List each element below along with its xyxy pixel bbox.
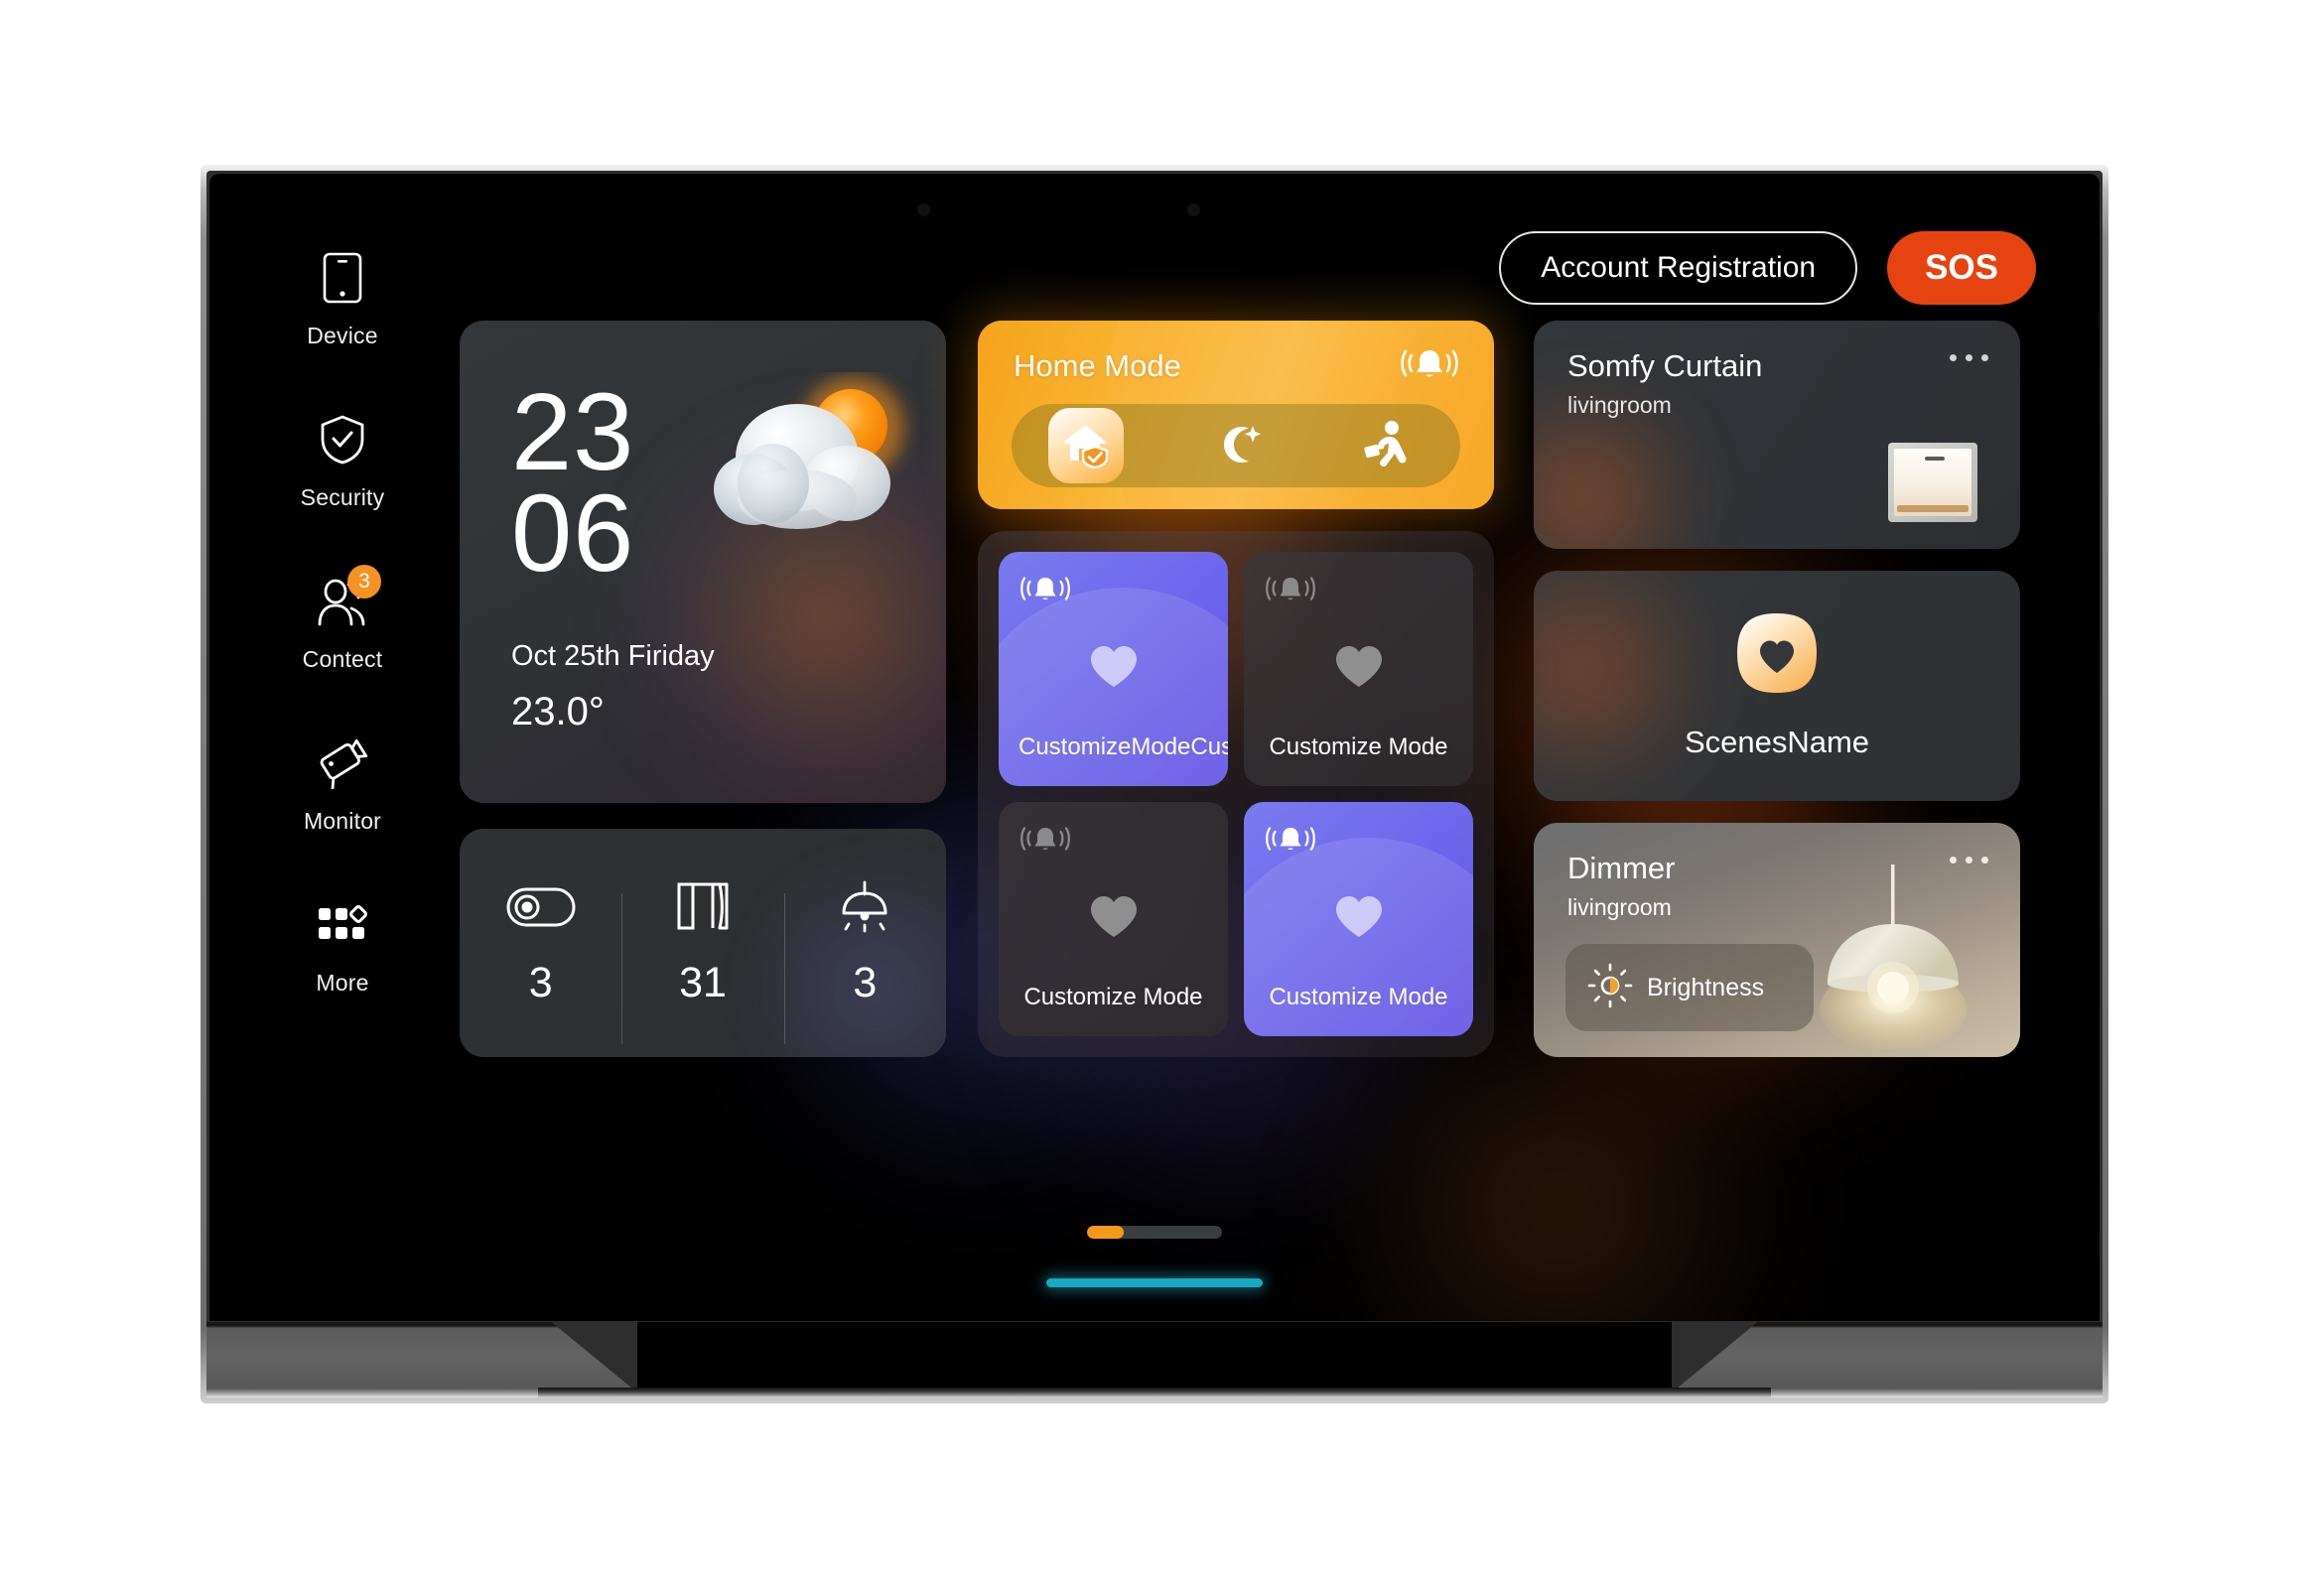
mode-button-home[interactable]: [1012, 404, 1161, 487]
shield-check-icon: [316, 413, 369, 466]
device-card-title: Somfy Curtain: [1567, 348, 1763, 383]
stat-value: 31: [679, 958, 727, 1006]
sidebar-item-more[interactable]: More: [253, 898, 432, 997]
sidebar-item-label: Monitor: [303, 808, 382, 834]
heart-icon: [1264, 852, 1453, 983]
mode-switcher: [1012, 404, 1460, 487]
clock-hours: 23: [511, 371, 635, 493]
heart-icon: [1264, 601, 1453, 732]
sidebar-item-label: Device: [307, 323, 378, 348]
switch-toggle-icon: [506, 879, 576, 935]
device-card-room: livingroom: [1567, 894, 1672, 920]
home-mode-card: Home Mode: [978, 321, 1494, 509]
heart-icon: [1019, 852, 1208, 983]
sos-button[interactable]: SOS: [1887, 231, 2036, 305]
sidebar-item-label: Contect: [302, 646, 383, 672]
stat-light[interactable]: 3: [783, 879, 946, 1044]
brightness-label: Brightness: [1647, 973, 1765, 1001]
heart-icon: [1019, 601, 1208, 732]
scene-card[interactable]: ScenesName: [1534, 571, 2020, 801]
heart-squircle-icon: [1735, 611, 1819, 695]
pendant-lamp-icon: [1814, 861, 1972, 1053]
device-stats-card: 3 31 3: [460, 829, 946, 1057]
tablet-icon: [316, 251, 369, 305]
stat-switch[interactable]: 3: [460, 879, 621, 1007]
device-card-title: Dimmer: [1567, 851, 1676, 885]
device-chin-edge: [538, 1388, 1771, 1397]
clock-minutes: 06: [511, 472, 635, 596]
curtain-icon: [674, 879, 732, 935]
bell-ringing-icon: [1399, 346, 1460, 387]
sidebar-item-device[interactable]: Device: [253, 251, 432, 349]
page-indicator[interactable]: [1087, 1226, 1222, 1239]
more-dots-icon[interactable]: [1950, 354, 1988, 361]
grid-more-icon: [316, 898, 369, 952]
customize-mode-label: Customize Mode: [1269, 733, 1448, 761]
sensor-dot-icon: [917, 203, 930, 216]
device-card-room: livingroom: [1567, 392, 1672, 418]
sidebar: Device Security 3 Contect Monitor More: [253, 251, 432, 1060]
sidebar-item-monitor[interactable]: Monitor: [253, 736, 432, 835]
somfy-curtain-card[interactable]: Somfy Curtain livingroom: [1534, 321, 2020, 549]
dimmer-card[interactable]: Dimmer livingroom Brightness: [1534, 823, 2020, 1057]
pendant-light-icon: [836, 879, 893, 935]
ambient-glow-warm: [1301, 1027, 1818, 1321]
device-screen: Device Security 3 Contect Monitor More A…: [209, 174, 2100, 1321]
person-running-icon: [1359, 419, 1413, 473]
sidebar-item-security[interactable]: Security: [253, 413, 432, 511]
page-indicator-active: [1087, 1226, 1124, 1239]
home-shield-icon: [1060, 419, 1112, 473]
sidebar-item-label: Security: [300, 484, 385, 510]
camera-icon: [316, 736, 369, 790]
contacts-icon: 3: [316, 565, 381, 628]
curtain-switch-icon: [1887, 442, 1978, 523]
account-registration-button[interactable]: Account Registration: [1499, 231, 1858, 305]
clock-temperature: 23.0°: [511, 690, 605, 733]
sun-brightness-icon: [1587, 963, 1633, 1013]
home-indicator-bar[interactable]: [1046, 1278, 1263, 1287]
customize-mode-tile[interactable]: Customize Mode: [1244, 552, 1473, 786]
customize-mode-tile[interactable]: Customize Mode: [999, 802, 1228, 1036]
mode-button-night[interactable]: [1161, 404, 1311, 487]
brightness-button[interactable]: Brightness: [1565, 944, 1814, 1031]
smart-panel-device: Device Security 3 Contect Monitor More A…: [201, 165, 2108, 1403]
customize-mode-tile[interactable]: Customize Mode: [1244, 802, 1473, 1036]
sidebar-item-label: More: [316, 970, 369, 996]
camera-dot-icon: [1187, 203, 1200, 216]
customize-modes-panel: CustomizeModeCustomizeModed...: [978, 531, 1494, 1057]
sidebar-item-contect[interactable]: 3 Contect: [253, 565, 432, 673]
clock-weather-card[interactable]: 23 06 Oct 25th Firiday 23.0°: [460, 321, 946, 803]
stat-value: 3: [528, 958, 553, 1006]
stat-curtain[interactable]: 31: [621, 879, 783, 1044]
partly-cloudy-icon: [682, 372, 920, 561]
device-chin-notch: [637, 1322, 1672, 1397]
moon-star-icon: [1210, 419, 1262, 473]
customize-mode-label: Customize Mode: [1023, 984, 1203, 1011]
clock-date: Oct 25th Firiday: [511, 640, 715, 672]
more-dots-icon[interactable]: [1950, 857, 1988, 864]
customize-mode-label: Customize Mode: [1269, 984, 1448, 1011]
clock-time: 23 06: [511, 371, 635, 596]
mode-button-away[interactable]: [1310, 404, 1460, 487]
scene-name-label: ScenesName: [1684, 725, 1870, 759]
customize-mode-tile[interactable]: CustomizeModeCustomizeModed...: [999, 552, 1228, 786]
stat-value: 3: [853, 958, 878, 1006]
customize-mode-label: CustomizeModeCustomizeModed...: [1019, 733, 1228, 761]
sidebar-badge-count: 3: [347, 565, 381, 598]
card-glow: [1534, 571, 1722, 801]
header-actions: Account Registration SOS: [1499, 231, 2036, 305]
home-mode-title: Home Mode: [1014, 348, 1181, 383]
